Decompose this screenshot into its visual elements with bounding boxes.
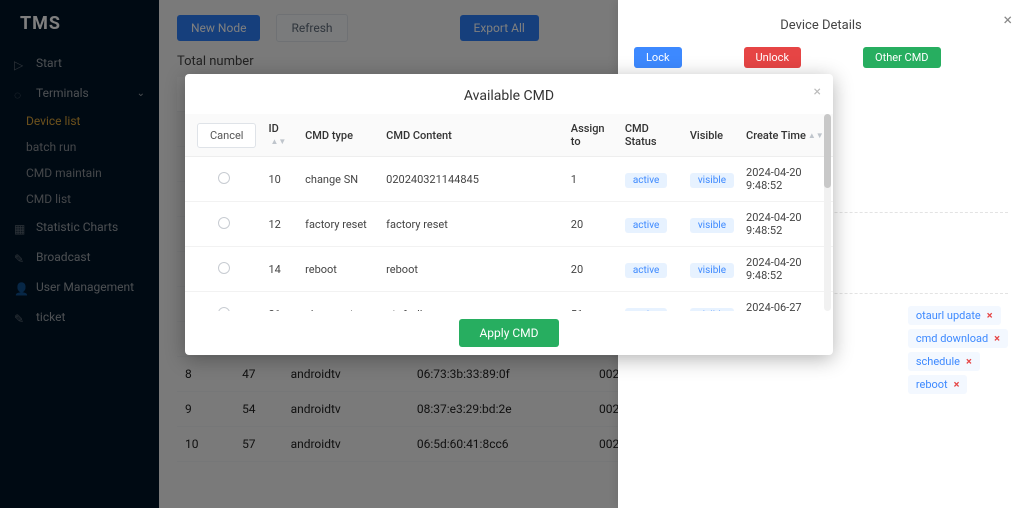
cell-create: 2024-06-27 3:25:51 [740, 292, 833, 312]
col-assign[interactable]: Assign to [565, 114, 619, 157]
cell-assign: 1 [565, 157, 619, 202]
col-status[interactable]: CMD Status [619, 114, 684, 157]
available-cmd-modal: Available CMD × Cancel ID▲▼ CMD type CMD… [185, 74, 833, 355]
cell-type: change ntp [299, 292, 380, 312]
status-tag: active [625, 173, 667, 188]
visible-tag: visible [690, 263, 734, 278]
status-tag: active [625, 218, 667, 233]
drawer-title: Device Details [634, 14, 1008, 47]
cell-id: 10 [262, 157, 299, 202]
sort-icon: ▲▼ [808, 132, 824, 140]
lock-button[interactable]: Lock [634, 47, 682, 68]
other-cmd-button[interactable]: Other CMD [863, 47, 941, 68]
unlock-button[interactable]: Unlock [744, 47, 802, 68]
cell-assign: 20 [565, 247, 619, 292]
close-icon[interactable]: × [1003, 10, 1012, 29]
cancel-button[interactable]: Cancel [197, 123, 256, 148]
radio-select[interactable] [218, 217, 230, 229]
apply-cmd-button[interactable]: Apply CMD [459, 319, 558, 347]
cell-content: 020240321144845 [380, 157, 565, 202]
col-content[interactable]: CMD Content [380, 114, 565, 157]
remove-icon[interactable]: × [954, 378, 960, 391]
radio-select[interactable] [218, 172, 230, 184]
cell-id: 21 [262, 292, 299, 312]
radio-select[interactable] [218, 307, 230, 312]
col-visible[interactable]: Visible [684, 114, 740, 157]
cmd-row[interactable]: 12factory resetfactory reset20activevisi… [185, 202, 833, 247]
cmd-tag[interactable]: schedule× [908, 352, 980, 371]
status-tag: active [625, 308, 667, 312]
cmd-tag[interactable]: cmd download× [908, 329, 1008, 348]
cell-create: 2024-04-20 9:48:52 [740, 157, 833, 202]
remove-icon[interactable]: × [987, 309, 993, 322]
cell-type: factory reset [299, 202, 380, 247]
sort-icon: ▲▼ [270, 138, 286, 146]
modal-title: Available CMD × [185, 74, 833, 114]
status-tag: active [625, 263, 667, 278]
visible-tag: visible [690, 308, 734, 312]
col-id[interactable]: ID▲▼ [262, 114, 299, 157]
cell-content: reboot [380, 247, 565, 292]
cmd-row[interactable]: 21change ntpntp6.aliyun.com51 active visib… [185, 292, 833, 312]
cmd-row[interactable]: 10change SN0202403211448451 active visible… [185, 157, 833, 202]
cmd-tag[interactable]: reboot× [908, 375, 968, 394]
cmd-tags-column: otaurl update× cmd download× schedule× rebo… [908, 304, 1008, 396]
col-type[interactable]: CMD type [299, 114, 380, 157]
cell-create: 2024-04-20 9:48:52 [740, 247, 833, 292]
close-icon[interactable]: × [814, 84, 821, 100]
cell-id: 12 [262, 202, 299, 247]
col-create[interactable]: Create Time▲▼ [740, 114, 833, 157]
cell-type: change SN [299, 157, 380, 202]
cell-id: 14 [262, 247, 299, 292]
cell-content: factory reset [380, 202, 565, 247]
cell-assign: 51 [565, 292, 619, 312]
scrollbar[interactable] [824, 114, 831, 311]
remove-icon[interactable]: × [966, 355, 972, 368]
remove-icon[interactable]: × [994, 332, 1000, 345]
visible-tag: visible [690, 173, 734, 188]
radio-select[interactable] [218, 262, 230, 274]
cell-create: 2024-04-20 9:48:52 [740, 202, 833, 247]
cell-content: ntp6.aliyun.com [380, 292, 565, 312]
cell-type: reboot [299, 247, 380, 292]
cmd-table: Cancel ID▲▼ CMD type CMD Content Assign … [185, 114, 833, 311]
visible-tag: visible [690, 218, 734, 233]
cmd-row[interactable]: 14rebootreboot20activevisible2024-04-20 … [185, 247, 833, 292]
cell-assign: 20 [565, 202, 619, 247]
cmd-tag[interactable]: otaurl update× [908, 306, 1001, 325]
